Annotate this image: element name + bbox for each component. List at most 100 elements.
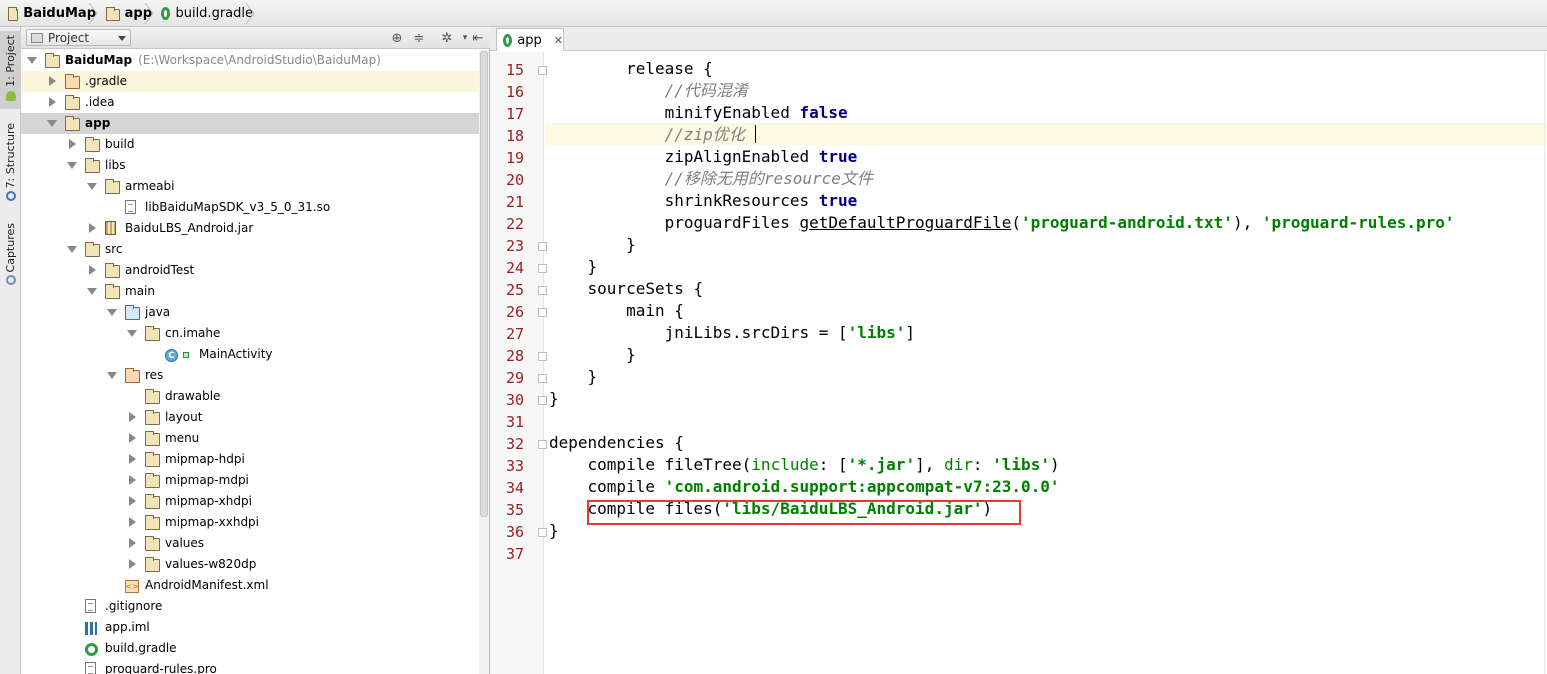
tree-node-label: .gradle [85, 74, 128, 88]
hide-panel-icon[interactable]: ⇤ [470, 30, 486, 46]
expand-arrow-right-icon[interactable] [129, 454, 136, 464]
tree-node[interactable]: proguard-rules.pro [21, 659, 479, 674]
tree-node[interactable]: mipmap-hdpi [21, 449, 479, 470]
collapse-all-icon[interactable]: ≑ [411, 30, 427, 46]
file-icon [125, 200, 136, 214]
expand-arrow-right-icon[interactable] [69, 139, 76, 149]
tree-node[interactable]: C MainActivity [21, 344, 479, 365]
gear-icon[interactable]: ✲ [439, 30, 455, 46]
expand-arrow-right-icon[interactable] [129, 433, 136, 443]
tree-node[interactable]: menu [21, 428, 479, 449]
expand-arrow-down-icon[interactable] [87, 183, 97, 190]
tree-node[interactable]: src [21, 239, 479, 260]
tree-node[interactable]: drawable [21, 386, 479, 407]
tree-node[interactable]: mipmap-xxhdpi [21, 512, 479, 533]
expand-arrow-right-icon[interactable] [129, 559, 136, 569]
code-line: main { [549, 300, 684, 322]
fold-marker-icon[interactable] [538, 286, 547, 295]
breadcrumb-app[interactable]: app [102, 3, 154, 24]
tree-node[interactable]: .gradle [21, 71, 479, 92]
tree-node[interactable]: layout [21, 407, 479, 428]
breadcrumb-baidumap[interactable]: BaiduMap [4, 3, 98, 24]
tree-node[interactable]: mipmap-mdpi [21, 470, 479, 491]
code-line: shrinkResources true [549, 190, 858, 212]
code-token: } [549, 521, 559, 540]
tree-node[interactable]: app [21, 113, 479, 134]
scroll-from-source-icon[interactable]: ⊕ [389, 30, 405, 46]
expand-arrow-right-icon[interactable] [89, 223, 96, 233]
tree-node[interactable]: values [21, 533, 479, 554]
code-line: proguardFiles getDefaultProguardFile('pr… [549, 212, 1455, 234]
expand-arrow-right-icon[interactable] [129, 538, 136, 548]
code-token: //代码混淆 [549, 81, 748, 100]
code-token: shrinkResources [549, 191, 819, 210]
tree-node[interactable]: build.gradle [21, 638, 479, 659]
expand-arrow-right-icon[interactable] [129, 496, 136, 506]
fold-marker-icon[interactable] [538, 528, 547, 537]
tree-node[interactable]: build [21, 134, 479, 155]
expand-arrow-down-icon[interactable] [127, 330, 137, 337]
project-tree: BaiduMap (E:\Workspace\AndroidStudio\Baid… [21, 50, 479, 674]
tree-node[interactable]: libBaiduMapSDK_v3_5_0_31.so [21, 197, 479, 218]
tree-node[interactable]: app.iml [21, 617, 479, 638]
tree-node[interactable]: res [21, 365, 479, 386]
class-icon: C [165, 349, 178, 362]
fold-marker-icon[interactable] [538, 264, 547, 273]
line-number: 22 [505, 215, 524, 233]
expand-arrow-down-icon[interactable] [107, 372, 117, 379]
tree-node[interactable]: java [21, 302, 479, 323]
tree-node-label: build [105, 137, 135, 151]
code-token: 'proguard-android.txt' [1021, 213, 1233, 232]
tree-node[interactable]: BaiduMap (E:\Workspace\AndroidStudio\Baid… [21, 50, 479, 71]
breadcrumb-build-gradle[interactable]: build.gradle [157, 3, 255, 24]
tree-node[interactable]: BaiduLBS_Android.jar [21, 218, 479, 239]
expand-arrow-right-icon[interactable] [129, 517, 136, 527]
expand-arrow-down-icon[interactable] [27, 57, 37, 64]
close-icon[interactable]: ✕ [554, 34, 563, 47]
code-token: 'libs' [992, 455, 1050, 474]
tab-structure-tool[interactable]: 7: Structure [0, 119, 21, 211]
tree-node[interactable]: androidTest [21, 260, 479, 281]
android-icon [5, 90, 16, 101]
fold-marker-icon[interactable] [538, 66, 547, 75]
fold-marker-icon[interactable] [538, 374, 547, 383]
code-token: 'libs' [847, 323, 906, 342]
fold-marker-icon[interactable] [538, 396, 547, 405]
tree-node[interactable]: .gitignore [21, 596, 479, 617]
project-view-select[interactable]: Project [26, 29, 131, 46]
code-token: //移除无用的resource文件 [549, 169, 873, 188]
tab-project-tool[interactable]: 1: Project [0, 31, 21, 109]
folder-icon [145, 326, 160, 341]
expand-arrow-down-icon[interactable] [67, 246, 77, 253]
tree-node[interactable]: armeabi [21, 176, 479, 197]
folder-icon [105, 284, 120, 299]
breadcrumb-label: build.gradle [175, 6, 253, 21]
tree-node[interactable]: cn.imahe [21, 323, 479, 344]
expand-arrow-down-icon[interactable] [87, 288, 97, 295]
fold-marker-icon[interactable] [538, 440, 547, 449]
expand-arrow-right-icon[interactable] [49, 76, 56, 86]
expand-arrow-down-icon[interactable] [107, 309, 117, 316]
line-number: 36 [505, 523, 524, 541]
expand-arrow-down-icon[interactable] [47, 120, 57, 127]
code-token: '*.jar' [847, 455, 916, 474]
fold-marker-icon[interactable] [538, 242, 547, 251]
expand-arrow-down-icon[interactable] [67, 162, 77, 169]
expand-arrow-right-icon[interactable] [129, 475, 136, 485]
tree-scrollbar-thumb[interactable] [480, 51, 488, 517]
expand-arrow-right-icon[interactable] [89, 265, 96, 275]
expand-arrow-right-icon[interactable] [129, 412, 136, 422]
tree-node[interactable]: values-w820dp [21, 554, 479, 575]
fold-marker-icon[interactable] [538, 308, 547, 317]
tab-captures-tool[interactable]: Captures [0, 219, 21, 289]
tree-node[interactable]: <> AndroidManifest.xml [21, 575, 479, 596]
tree-node[interactable]: libs [21, 155, 479, 176]
line-number: 20 [505, 171, 524, 189]
expand-arrow-right-icon[interactable] [49, 97, 56, 107]
tree-node[interactable]: mipmap-xhdpi [21, 491, 479, 512]
line-number: 28 [505, 347, 524, 365]
tree-node[interactable]: main [21, 281, 479, 302]
tree-node[interactable]: .idea [21, 92, 479, 113]
tab-app[interactable]: app ✕ [496, 28, 564, 51]
fold-marker-icon[interactable] [538, 352, 547, 361]
